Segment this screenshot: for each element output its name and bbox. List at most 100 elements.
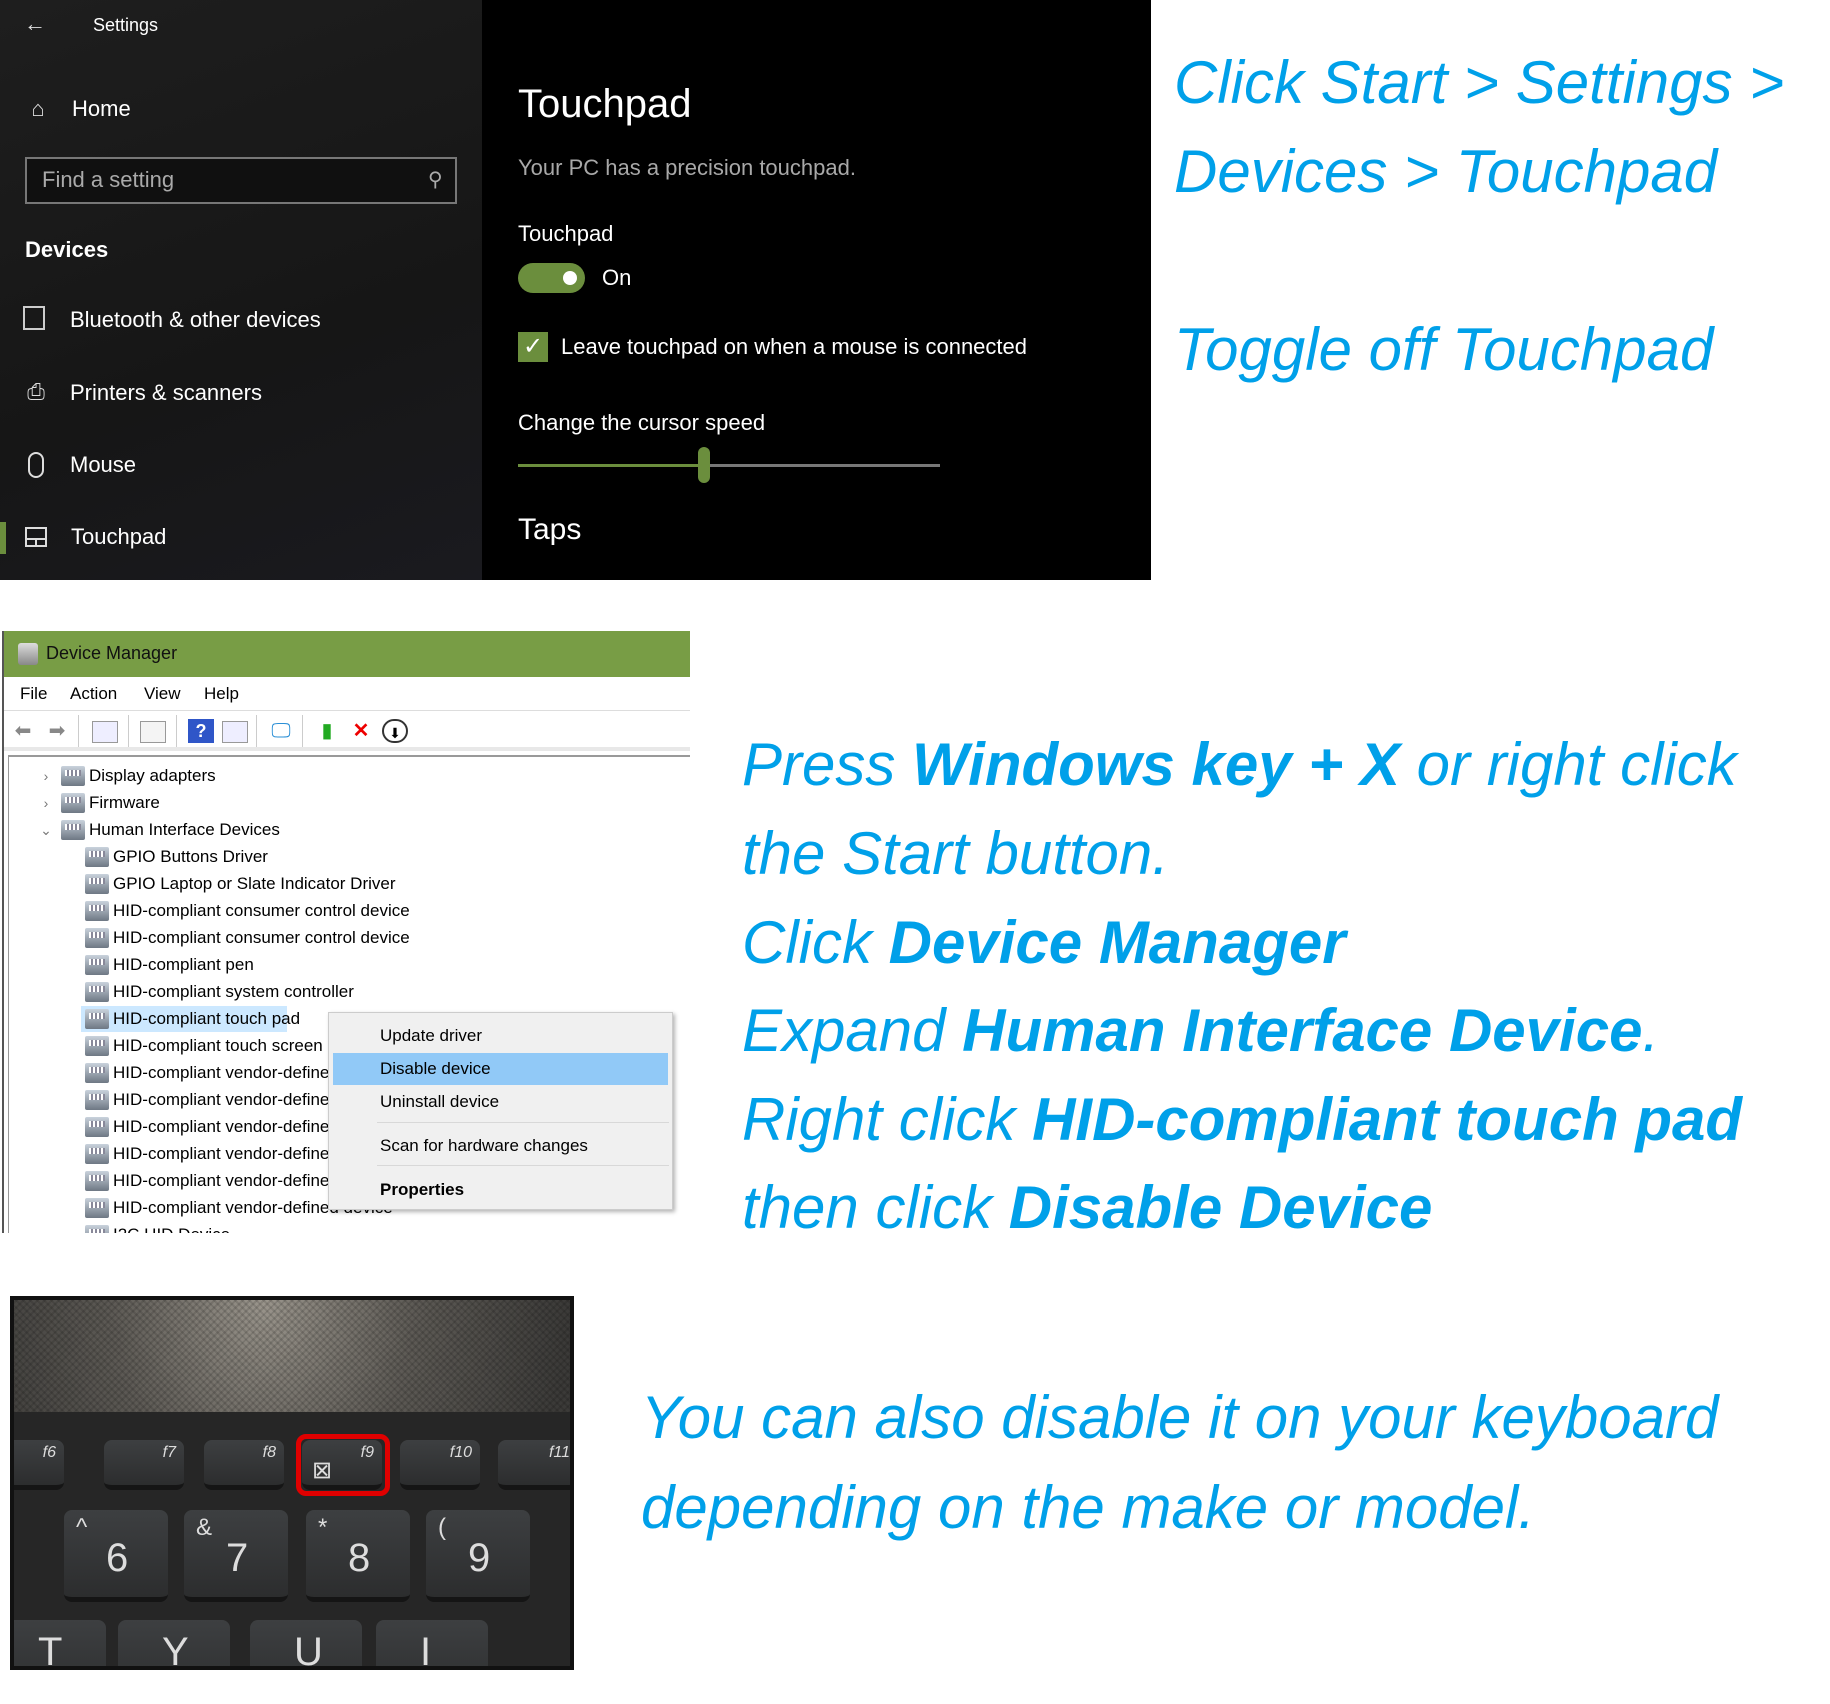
device-icon [61, 766, 85, 786]
menu-item-update-driver[interactable]: Update driver [333, 1020, 668, 1052]
device-icon [85, 1063, 109, 1083]
tree-item[interactable]: HID-compliant consumer control device [9, 898, 689, 924]
key-8: * 8 [306, 1510, 410, 1602]
instruction-line: Click Device Manager [742, 908, 1346, 978]
checkbox-label: Leave touchpad on when a mouse is connec… [561, 334, 1027, 359]
tree-item[interactable]: GPIO Laptop or Slate Indicator Driver [9, 871, 689, 897]
touchpad-toggle[interactable] [518, 263, 585, 293]
device-icon [85, 1117, 109, 1137]
key-main-label: 9 [468, 1536, 491, 1580]
instruction-settings-line2: Devices > Touchpad [1174, 138, 1718, 205]
instruction-text: . [1642, 997, 1660, 1064]
instruction-text: Click [742, 909, 889, 976]
sidebar-item-label: Touchpad [71, 524, 167, 549]
menu-bar: File Action View Help [4, 677, 690, 711]
menu-item-uninstall-device[interactable]: Uninstall device [333, 1086, 668, 1118]
key-f10: f10 [400, 1440, 480, 1490]
instruction-text: Press [742, 731, 913, 798]
page-title: Touchpad [518, 82, 692, 126]
leave-touchpad-checkbox[interactable]: ✓ [518, 332, 548, 362]
menu-item-scan-hardware[interactable]: Scan for hardware changes [333, 1130, 668, 1162]
tree-item[interactable]: HID-compliant consumer control device [9, 925, 689, 951]
tree-item-label: HID-compliant pen [113, 955, 254, 974]
tree-item[interactable]: › Display adapters [9, 763, 689, 789]
key-shift-label: * [318, 1514, 328, 1541]
disable-icon[interactable]: ⬇ [382, 719, 408, 743]
tree-item[interactable]: › Firmware [9, 790, 689, 816]
instruction-text: the Start button. [742, 820, 1169, 887]
device-icon [85, 1171, 109, 1191]
tree-item-label: GPIO Laptop or Slate Indicator Driver [113, 874, 396, 893]
key-main-label: 7 [226, 1536, 249, 1580]
menu-help[interactable]: Help [204, 684, 239, 704]
device-icon [85, 847, 109, 867]
tree-item[interactable]: GPIO Buttons Driver [9, 844, 689, 870]
key-f7: f7 [104, 1440, 184, 1490]
menu-view[interactable]: View [144, 684, 181, 704]
menu-item-disable-device[interactable]: Disable device [333, 1053, 668, 1085]
menu-separator [377, 1165, 669, 1166]
instruction-keyboard-line2: depending on the make or model. [641, 1474, 1535, 1541]
section-heading: Devices [25, 237, 109, 262]
tree-item[interactable]: I2C HID Device [9, 1222, 689, 1233]
tree-item[interactable]: HID-compliant system controller [9, 979, 689, 1005]
instruction-line: Press Windows key + X or right click [742, 730, 1737, 800]
device-icon [85, 874, 109, 894]
tree-item-label: HID-compliant consumer control device [113, 928, 410, 947]
tree-item[interactable]: HID-compliant pen [9, 952, 689, 978]
toggle-knob [563, 271, 577, 285]
sidebar-item-label: Mouse [70, 452, 137, 477]
context-menu: Update driver Disable device Uninstall d… [328, 1012, 673, 1210]
back-arrow-icon[interactable]: ← [22, 11, 48, 37]
touchpad-icon [25, 527, 47, 547]
help-icon[interactable]: ? [188, 719, 214, 743]
keyboard-photo: f6 f7 f8 f9 ⊠ f10 f11 ^ 6 & 7 * 8(9 T Y U I [10, 1296, 574, 1670]
slider-thumb[interactable] [697, 447, 710, 483]
selected-indicator [0, 522, 6, 554]
device-icon [61, 820, 85, 840]
instruction-emphasis: Windows key + X [912, 731, 1400, 798]
device-icon [85, 1009, 109, 1029]
menu-action[interactable]: Action [70, 684, 117, 704]
forward-icon[interactable]: ➡ [44, 719, 70, 743]
device-icon [85, 1144, 109, 1164]
key-f11: f11 [498, 1440, 570, 1490]
function-key-label: f10 [449, 1444, 472, 1461]
window-title: Device Manager [46, 643, 178, 663]
chevron-right-icon[interactable]: › [39, 790, 53, 816]
instruction-text: Expand [742, 997, 963, 1064]
console-tree-icon[interactable] [92, 721, 118, 743]
menu-file[interactable]: File [20, 684, 47, 704]
update-driver-icon[interactable]: ▮ [314, 719, 340, 743]
function-key-label: f11 [548, 1444, 570, 1461]
back-icon[interactable]: ⬅ [10, 719, 36, 743]
tree-item[interactable]: ⌄ Human Interface Devices [9, 817, 689, 843]
menu-item-properties[interactable]: Properties [333, 1174, 668, 1206]
window-title: Settings [93, 15, 159, 35]
function-key-label: f8 [262, 1444, 276, 1461]
instruction-emphasis: HID-compliant touch pad [1032, 1086, 1743, 1153]
instruction-toggle: Toggle off Touchpad [1174, 316, 1714, 383]
tree-item-label: GPIO Buttons Driver [113, 847, 268, 866]
mouse-icon [28, 452, 44, 478]
key-I: I [376, 1620, 488, 1666]
printer-icon: ⎙ [27, 379, 45, 404]
function-key-label: f7 [162, 1444, 176, 1461]
action-pane-icon[interactable] [222, 721, 248, 743]
toolbar: ⬅ ➡ ? 🖵 ▮ ✕ ⬇ [4, 711, 690, 751]
uninstall-icon[interactable]: ✕ [348, 719, 374, 743]
key-U: U [250, 1620, 362, 1666]
instruction-line: the Start button. [742, 819, 1169, 889]
properties-icon[interactable] [140, 721, 166, 743]
scan-hardware-icon[interactable]: 🖵 [268, 719, 294, 743]
sidebar-item-label: Home [72, 96, 131, 121]
tree-item-label: Firmware [89, 793, 160, 812]
chevron-right-icon[interactable]: › [39, 763, 53, 789]
tree-item-label: Display adapters [89, 766, 216, 785]
checkmark-icon: ✓ [522, 333, 544, 360]
cursor-speed-slider[interactable] [518, 447, 940, 483]
instruction-settings-line1: Click Start > Settings > [1174, 49, 1785, 116]
chevron-down-icon[interactable]: ⌄ [39, 817, 53, 843]
search-input[interactable]: Find a setting ⚲ [25, 157, 457, 204]
search-icon[interactable]: ⚲ [428, 167, 443, 192]
